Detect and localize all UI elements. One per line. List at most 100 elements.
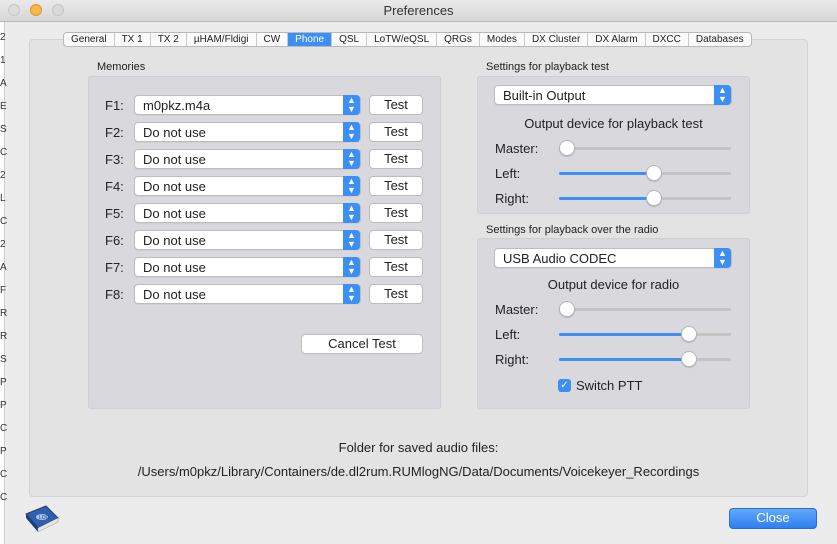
background-window-char: A bbox=[0, 262, 7, 273]
rumlog-app-icon: LOG bbox=[24, 504, 60, 534]
chevron-updown-icon: ▲ ▼ bbox=[343, 257, 360, 277]
memory-select-f2[interactable]: Do not use ▲ ▼ bbox=[134, 122, 361, 142]
cancel-test-button[interactable]: Cancel Test bbox=[301, 334, 423, 354]
memory-label-f7: F7: bbox=[105, 260, 124, 275]
background-window-char: R bbox=[0, 308, 8, 319]
slider-knob[interactable] bbox=[559, 140, 575, 156]
switch-ptt-label: Switch PTT bbox=[576, 378, 643, 393]
chevron-updown-icon: ▲ ▼ bbox=[343, 95, 360, 115]
memory-select-f5[interactable]: Do not use ▲ ▼ bbox=[134, 203, 361, 223]
background-window-char: L bbox=[0, 193, 6, 204]
chevron-updown-icon: ▲ ▼ bbox=[343, 176, 360, 196]
playback-test-device-select[interactable]: Built-in Output ▲ ▼ bbox=[494, 85, 732, 105]
tab-tx-2[interactable]: TX 2 bbox=[151, 33, 187, 46]
chevron-updown-icon: ▲ ▼ bbox=[343, 149, 360, 169]
memory-value-f5: Do not use bbox=[143, 206, 206, 221]
background-window-char: P bbox=[0, 377, 7, 388]
background-window-char: S bbox=[0, 124, 7, 135]
memory-select-f6[interactable]: Do not use ▲ ▼ bbox=[134, 230, 361, 250]
tab-tx-1[interactable]: TX 1 bbox=[115, 33, 151, 46]
background-window-char: A bbox=[0, 78, 7, 89]
background-window-char: E bbox=[0, 101, 7, 112]
tab-general[interactable]: General bbox=[64, 33, 115, 46]
memory-value-f1: m0pkz.m4a bbox=[143, 98, 211, 113]
tab-dx-alarm[interactable]: DX Alarm bbox=[588, 33, 646, 46]
slider-knob[interactable] bbox=[559, 301, 575, 317]
playback-radio-device-value: USB Audio CODEC bbox=[503, 251, 617, 266]
slider-knob[interactable] bbox=[680, 351, 697, 367]
playback-test-right-label: Right: bbox=[495, 191, 529, 206]
memory-label-f4: F4: bbox=[105, 179, 124, 194]
title-bar[interactable]: Preferences bbox=[0, 0, 837, 22]
chevron-updown-icon: ▲ ▼ bbox=[343, 284, 360, 304]
close-button[interactable]: Close bbox=[729, 508, 817, 529]
chevron-updown-icon: ▲ ▼ bbox=[714, 85, 731, 105]
memory-select-f8[interactable]: Do not use ▲ ▼ bbox=[134, 284, 361, 304]
playback-radio-master-slider[interactable] bbox=[559, 301, 731, 317]
background-window-char: C bbox=[0, 216, 8, 227]
playback-test-master-slider[interactable] bbox=[559, 140, 731, 156]
tab-modes[interactable]: Modes bbox=[480, 33, 525, 46]
test-button-f2[interactable]: Test bbox=[369, 122, 423, 142]
tab-dx-cluster[interactable]: DX Cluster bbox=[525, 33, 589, 46]
playback-test-device-value: Built-in Output bbox=[503, 88, 586, 103]
test-button-f8[interactable]: Test bbox=[369, 284, 423, 304]
chevron-updown-icon: ▲ ▼ bbox=[343, 122, 360, 142]
test-button-f1[interactable]: Test bbox=[369, 95, 423, 115]
test-button-f5[interactable]: Test bbox=[369, 203, 423, 223]
switch-ptt-checkbox[interactable]: ✓ bbox=[558, 379, 571, 392]
tab-lotw-eqsl[interactable]: LoTW/eQSL bbox=[367, 33, 438, 46]
background-window-char: P bbox=[0, 400, 7, 411]
background-window-char: F bbox=[0, 285, 7, 296]
memory-value-f4: Do not use bbox=[143, 179, 206, 194]
tab-phone[interactable]: Phone bbox=[288, 33, 333, 46]
background-window-char: C bbox=[0, 423, 8, 434]
memory-value-f6: Do not use bbox=[143, 233, 206, 248]
tab-ham-fldigi[interactable]: µHAM/Fldigi bbox=[187, 33, 257, 46]
folder-label: Folder for saved audio files: bbox=[338, 440, 499, 455]
playback-radio-right-slider[interactable] bbox=[559, 351, 731, 367]
test-button-f7[interactable]: Test bbox=[369, 257, 423, 277]
memory-value-f3: Do not use bbox=[143, 152, 206, 167]
test-button-f4[interactable]: Test bbox=[369, 176, 423, 196]
tab-databases[interactable]: Databases bbox=[689, 33, 751, 46]
playback-radio-subtitle: Output device for radio bbox=[547, 277, 680, 292]
preferences-window: Preferences 2 1 A E S C 2 L C 2 A F R R S P P C P C C Genera… bbox=[0, 0, 837, 544]
playback-radio-left-slider[interactable] bbox=[559, 326, 731, 342]
background-window-char: 2 bbox=[0, 32, 6, 43]
background-window-edge: 2 1 A E S C 2 L C 2 A F R R S P P C P C C bbox=[0, 22, 8, 544]
memory-value-f8: Do not use bbox=[143, 287, 206, 302]
memory-label-f5: F5: bbox=[105, 206, 124, 221]
playback-radio-right-label: Right: bbox=[495, 352, 529, 367]
playback-test-title: Settings for playback test bbox=[486, 61, 609, 73]
tab-bar: General TX 1 TX 2 µHAM/Fldigi CW Phone QSL LoTW… bbox=[63, 32, 752, 47]
memory-select-f4[interactable]: Do not use ▲ ▼ bbox=[134, 176, 361, 196]
tab-qrgs[interactable]: QRGs bbox=[437, 33, 480, 46]
tab-dxcc[interactable]: DXCC bbox=[646, 33, 689, 46]
memory-value-f2: Do not use bbox=[143, 125, 206, 140]
tab-qsl[interactable]: QSL bbox=[332, 33, 368, 46]
svg-text:LOG: LOG bbox=[39, 515, 50, 521]
background-window-char: C bbox=[0, 469, 8, 480]
memories-title: Memories bbox=[97, 61, 146, 73]
memory-value-f7: Do not use bbox=[143, 260, 206, 275]
slider-knob[interactable] bbox=[646, 190, 663, 206]
memory-select-f7[interactable]: Do not use ▲ ▼ bbox=[134, 257, 361, 277]
playback-radio-device-select[interactable]: USB Audio CODEC ▲ ▼ bbox=[494, 248, 732, 268]
memory-select-f3[interactable]: Do not use ▲ ▼ bbox=[134, 149, 361, 169]
test-button-f6[interactable]: Test bbox=[369, 230, 423, 250]
background-window-char: R bbox=[0, 331, 8, 342]
memory-label-f6: F6: bbox=[105, 233, 124, 248]
playback-test-subtitle: Output device for playback test bbox=[524, 116, 703, 131]
test-button-f3[interactable]: Test bbox=[369, 149, 423, 169]
memory-label-f1: F1: bbox=[105, 98, 124, 113]
playback-test-right-slider[interactable] bbox=[559, 190, 731, 206]
background-window-char: 2 bbox=[0, 239, 6, 250]
playback-test-left-slider[interactable] bbox=[559, 165, 731, 181]
tab-cw[interactable]: CW bbox=[257, 33, 289, 46]
background-window-char: P bbox=[0, 446, 7, 457]
slider-knob[interactable] bbox=[680, 326, 697, 342]
slider-knob[interactable] bbox=[646, 165, 663, 181]
memory-select-f1[interactable]: m0pkz.m4a ▲ ▼ bbox=[134, 95, 361, 115]
playback-radio-master-label: Master: bbox=[495, 302, 539, 317]
